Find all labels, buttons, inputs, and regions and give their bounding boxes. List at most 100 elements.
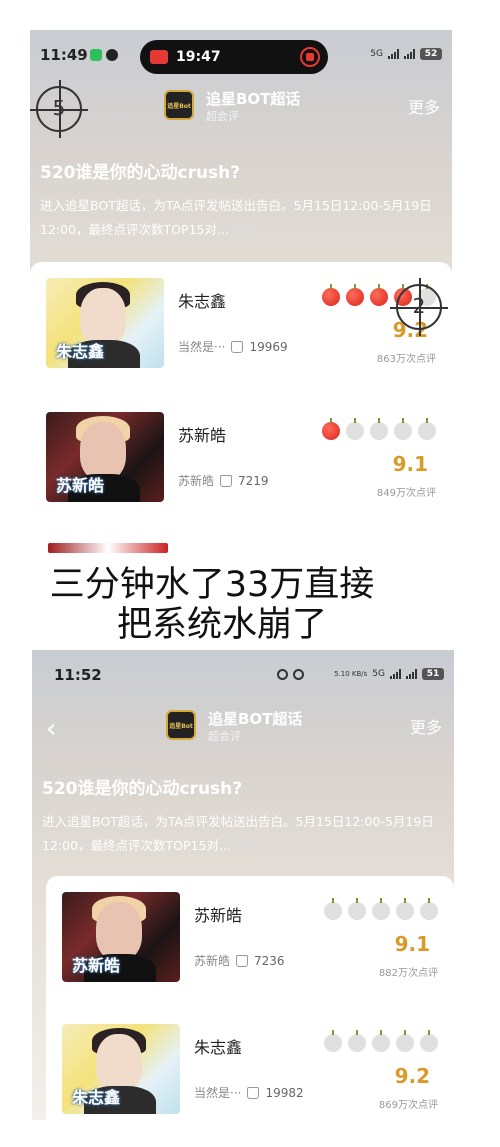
network-speed: 5.10 KB/s xyxy=(334,670,368,678)
clock: 11:49 xyxy=(40,46,88,64)
apple-icon xyxy=(370,284,388,306)
like-count: 7219 xyxy=(238,473,269,488)
apple-icon xyxy=(396,898,414,920)
idol-name: 朱志鑫 xyxy=(178,292,227,311)
marker-number: 5 xyxy=(52,96,66,120)
description-more-link[interactable]: 更多 xyxy=(231,838,256,853)
record-icon xyxy=(150,50,168,64)
more-button[interactable]: 更多 xyxy=(408,94,440,118)
status-bar: 11:52 5.10 KB/s 5G 51 xyxy=(32,650,454,698)
like-count: 19982 xyxy=(265,1085,304,1100)
apple-icon xyxy=(322,284,340,306)
score: 9.1 xyxy=(394,932,430,956)
topic-logo[interactable]: 追星Bot xyxy=(166,710,196,740)
battery-icon: 51 xyxy=(422,668,444,680)
idol-photo: 朱志鑫 xyxy=(46,278,164,368)
review-count: 882万次点评 xyxy=(378,968,438,979)
signal-area: 5.10 KB/s 5G 51 xyxy=(334,668,444,680)
signal-bars-icon-2 xyxy=(406,669,417,679)
apple-rating[interactable] xyxy=(324,1030,438,1052)
idol-name: 苏新皓 xyxy=(178,426,227,445)
page: 11:49 19:47 5G 52 追星Bot 追星BOT超话 超会评 更多 5… xyxy=(0,0,500,1147)
apple-icon xyxy=(348,1030,366,1052)
mute-icon xyxy=(293,669,304,680)
ranking-row[interactable]: 苏新皓 苏新皓 苏新皓 7219 9.1 849万次点评 xyxy=(30,400,452,502)
photo-caption: 朱志鑫 xyxy=(72,1088,121,1107)
network-label: 5G xyxy=(372,669,385,679)
caption-line-2: 把系统水崩了 xyxy=(116,605,327,645)
record-timer: 19:47 xyxy=(176,49,221,65)
idol-photo: 苏新皓 xyxy=(46,412,164,502)
like-count: 19969 xyxy=(249,339,288,354)
apple-icon xyxy=(418,418,436,440)
apple-icon xyxy=(346,284,364,306)
top-comment[interactable]: 苏新皓 7219 xyxy=(178,472,269,489)
ranking-row[interactable]: 苏新皓 苏新皓 苏新皓 7236 9.1 882万次点评 xyxy=(46,880,454,982)
idol-photo: 苏新皓 xyxy=(62,892,180,982)
score: 9.1 xyxy=(392,452,428,476)
battery-icon: 52 xyxy=(420,48,442,60)
photo-caption: 苏新皓 xyxy=(72,956,121,975)
topic-subtitle: 超会评 xyxy=(206,110,239,123)
topic-subtitle: 超会评 xyxy=(208,730,241,743)
apple-icon xyxy=(348,898,366,920)
screen-recording-pill[interactable]: 19:47 xyxy=(140,40,328,74)
apple-icon xyxy=(324,1030,342,1052)
apple-rating[interactable] xyxy=(324,898,438,920)
ranking-row[interactable]: 朱志鑫 朱志鑫 当然是··· 19982 9.2 869万次点评 xyxy=(46,1012,454,1114)
top-comment[interactable]: 苏新皓 7236 xyxy=(194,952,285,969)
campaign-title: 520谁是你的心动crush? xyxy=(40,163,241,183)
campaign-description: 进入追星BOT超话，为TA点评发帖送出告白。5月15日12:00-5月19日12… xyxy=(42,810,442,858)
ranking-row[interactable]: 朱志鑫 朱志鑫 当然是··· 19969 9.2 863万次点评 xyxy=(30,266,452,368)
next-row-peek xyxy=(48,543,168,553)
review-count: 869万次点评 xyxy=(378,1100,438,1111)
back-button[interactable]: ‹ xyxy=(46,716,56,742)
thumbs-up-icon xyxy=(236,954,249,967)
topic-header: 追星Bot 追星BOT超话 超会评 更多 xyxy=(30,86,452,136)
apple-icon xyxy=(420,898,438,920)
topic-title: 追星BOT超话 xyxy=(206,90,301,108)
ranking-card: 朱志鑫 朱志鑫 当然是··· 19969 9.2 863万次点评 2 苏新皓 苏… xyxy=(30,262,452,550)
screenshot-after: 11:52 5.10 KB/s 5G 51 ‹ 追星Bot 追星BOT超话 超会… xyxy=(32,650,454,1120)
crosshair-marker-icon: 5 xyxy=(30,80,88,138)
screenshot-before: 11:49 19:47 5G 52 追星Bot 追星BOT超话 超会评 更多 5… xyxy=(30,30,452,550)
idol-name: 朱志鑫 xyxy=(194,1038,243,1057)
idol-photo: 朱志鑫 xyxy=(62,1024,180,1114)
comment-text: 当然是··· xyxy=(178,340,226,354)
like-count: 7236 xyxy=(254,953,285,968)
top-comment[interactable]: 当然是··· 19982 xyxy=(194,1084,304,1101)
comment-text: 苏新皓 xyxy=(194,954,231,968)
marker-number: 2 xyxy=(412,294,426,318)
thumbs-up-icon xyxy=(247,1086,260,1099)
apple-icon xyxy=(322,418,340,440)
network-label: 5G xyxy=(370,49,383,59)
signal-area: 5G 52 xyxy=(370,48,442,60)
thumbs-up-icon xyxy=(220,474,233,487)
apple-icon xyxy=(394,418,412,440)
review-count: 849万次点评 xyxy=(376,488,436,499)
apple-rating[interactable] xyxy=(322,418,436,440)
system-icons xyxy=(277,669,304,680)
comment-text: 苏新皓 xyxy=(178,474,215,488)
comment-text: 当然是··· xyxy=(194,1086,242,1100)
clock: 11:52 xyxy=(54,666,102,684)
signal-bars-icon xyxy=(390,669,401,679)
apple-icon xyxy=(370,418,388,440)
more-button[interactable]: 更多 xyxy=(410,714,442,738)
stop-recording-button[interactable] xyxy=(300,47,320,67)
idol-name: 苏新皓 xyxy=(194,906,243,925)
signal-bars-icon-2 xyxy=(404,49,415,59)
topic-title: 追星BOT超话 xyxy=(208,710,303,728)
topic-header: ‹ 追星Bot 追星BOT超话 超会评 更多 xyxy=(32,706,454,756)
apple-icon xyxy=(372,898,390,920)
signal-bars-icon xyxy=(388,49,399,59)
top-comment[interactable]: 当然是··· 19969 xyxy=(178,338,288,355)
photo-caption: 苏新皓 xyxy=(56,476,105,495)
crosshair-marker-icon: 2 xyxy=(390,278,448,336)
campaign-title: 520谁是你的心动crush? xyxy=(42,779,243,799)
topic-logo[interactable]: 追星Bot xyxy=(164,90,194,120)
description-more-link[interactable]: 更多 xyxy=(229,222,254,237)
notification-icons xyxy=(90,49,118,61)
campaign-description: 进入追星BOT超话，为TA点评发帖送出告白。5月15日12:00-5月19日12… xyxy=(40,194,440,242)
wechat-icon xyxy=(90,49,102,61)
